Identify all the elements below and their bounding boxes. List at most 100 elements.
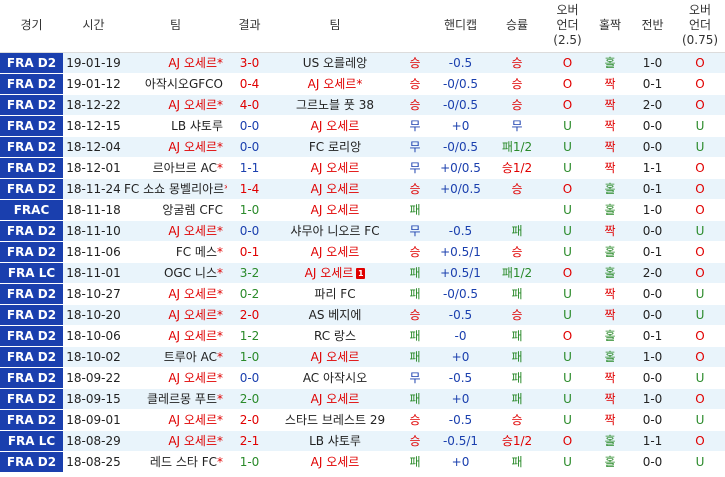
league-badge[interactable]: FRA D2	[0, 409, 63, 431]
away-team-name[interactable]: 스타드 브레스트 29	[285, 413, 385, 427]
home-team[interactable]: OGC 니스*	[124, 262, 227, 284]
league-badge[interactable]: FRA D2	[0, 304, 63, 326]
league-badge[interactable]: FRA D2	[0, 115, 63, 137]
away-team[interactable]: AJ 오세르*	[272, 73, 398, 95]
away-team-name[interactable]: AJ 오세르	[311, 245, 360, 259]
home-team[interactable]: AJ 오세르*	[124, 325, 227, 347]
away-team[interactable]: AC 아작시오	[272, 367, 398, 389]
away-team-name[interactable]: AJ 오세르	[311, 392, 360, 406]
home-team-name[interactable]: OGC 니스	[164, 266, 217, 280]
league-badge[interactable]: FRA D2	[0, 94, 63, 116]
home-team[interactable]: 아작시오GFCO	[124, 73, 227, 95]
league-badge[interactable]: FRA D2	[0, 367, 63, 389]
home-team-name[interactable]: 트루아 AC	[164, 350, 217, 364]
league-badge[interactable]: FRA D2	[0, 241, 63, 263]
away-team[interactable]: AS 베지에	[272, 304, 398, 326]
away-team[interactable]: LB 샤토루	[272, 430, 398, 452]
match-score[interactable]: 2-0	[227, 388, 272, 410]
home-team-name[interactable]: AJ 오세르	[168, 308, 217, 322]
home-team-name[interactable]: 레드 스타 FC	[150, 455, 217, 469]
match-score[interactable]: 1-0	[227, 199, 272, 221]
home-team[interactable]: FC 메스*	[124, 241, 227, 263]
away-team[interactable]: AJ 오세르	[272, 388, 398, 410]
match-score[interactable]: 0-2	[227, 283, 272, 305]
away-team[interactable]: AJ 오세르	[272, 199, 398, 221]
home-team-name[interactable]: AJ 오세르	[168, 56, 217, 70]
away-team-name[interactable]: 그르노블 풋 38	[296, 98, 374, 112]
match-score[interactable]: 2-0	[227, 304, 272, 326]
league-badge[interactable]: FRA LC	[0, 262, 63, 284]
match-score[interactable]: 0-0	[227, 136, 272, 158]
away-team-name[interactable]: AJ 오세르	[311, 161, 360, 175]
home-team[interactable]: AJ 오세르*	[124, 367, 227, 389]
home-team[interactable]: 클레르몽 푸트*	[124, 388, 227, 410]
league-badge[interactable]: FRA D2	[0, 73, 63, 95]
away-team[interactable]: 그르노블 풋 38	[272, 94, 398, 116]
away-team-name[interactable]: RC 랑스	[314, 329, 356, 343]
home-team-name[interactable]: 르아브르 AC	[153, 161, 217, 175]
league-badge[interactable]: FRAC	[0, 199, 63, 221]
league-badge[interactable]: FRA D2	[0, 325, 63, 347]
home-team-name[interactable]: AJ 오세르	[168, 98, 217, 112]
league-badge[interactable]: FRA LC	[0, 430, 63, 452]
away-team[interactable]: AJ 오세르	[272, 451, 398, 473]
match-score[interactable]: 3-2	[227, 262, 272, 284]
match-score[interactable]: 2-0	[227, 409, 272, 431]
home-team-name[interactable]: FC 소쇼 몽벨리아르	[124, 182, 224, 196]
away-team[interactable]: US 오를레앙	[272, 52, 398, 74]
match-score[interactable]: 1-4	[227, 178, 272, 200]
home-team-name[interactable]: AJ 오세르	[168, 434, 217, 448]
away-team[interactable]: AJ 오세르	[272, 157, 398, 179]
away-team[interactable]: AJ 오세르	[272, 241, 398, 263]
away-team-name[interactable]: FC 로리앙	[309, 140, 361, 154]
away-team-name[interactable]: AJ 오세르	[311, 455, 360, 469]
away-team[interactable]: RC 랑스	[272, 325, 398, 347]
home-team-name[interactable]: FC 메스	[176, 245, 217, 259]
home-team[interactable]: 앙굴렘 CFC	[124, 199, 227, 221]
away-team-name[interactable]: 파리 FC	[314, 287, 355, 301]
home-team[interactable]: AJ 오세르*	[124, 94, 227, 116]
away-team-name[interactable]: AJ 오세르	[311, 182, 360, 196]
league-badge[interactable]: FRA D2	[0, 283, 63, 305]
home-team[interactable]: LB 샤토루	[124, 115, 227, 137]
league-badge[interactable]: FRA D2	[0, 52, 63, 74]
match-score[interactable]: 4-0	[227, 94, 272, 116]
home-team-name[interactable]: AJ 오세르	[168, 224, 217, 238]
away-team-name[interactable]: AJ 오세르	[308, 77, 357, 91]
home-team-name[interactable]: LB 샤토루	[171, 119, 223, 133]
match-score[interactable]: 3-0	[227, 52, 272, 74]
home-team[interactable]: AJ 오세르*	[124, 136, 227, 158]
away-team[interactable]: AJ 오세르 1	[272, 262, 398, 284]
match-score[interactable]: 0-0	[227, 367, 272, 389]
home-team-name[interactable]: 아작시오GFCO	[145, 77, 223, 91]
home-team[interactable]: 르아브르 AC*	[124, 157, 227, 179]
away-team-name[interactable]: AS 베지에	[309, 308, 362, 322]
home-team-name[interactable]: AJ 오세르	[168, 371, 217, 385]
away-team-name[interactable]: AJ 오세르	[311, 350, 360, 364]
home-team[interactable]: AJ 오세르*	[124, 304, 227, 326]
away-team[interactable]: FC 로리앙	[272, 136, 398, 158]
match-score[interactable]: 0-0	[227, 115, 272, 137]
away-team[interactable]: 스타드 브레스트 29	[272, 409, 398, 431]
away-team-name[interactable]: AJ 오세르	[311, 203, 360, 217]
league-badge[interactable]: FRA D2	[0, 346, 63, 368]
away-team[interactable]: 파리 FC	[272, 283, 398, 305]
league-badge[interactable]: FRA D2	[0, 451, 63, 473]
home-team[interactable]: AJ 오세르*	[124, 409, 227, 431]
away-team[interactable]: AJ 오세르	[272, 346, 398, 368]
home-team-name[interactable]: AJ 오세르	[168, 287, 217, 301]
home-team[interactable]: AJ 오세르*	[124, 220, 227, 242]
league-badge[interactable]: FRA D2	[0, 136, 63, 158]
match-score[interactable]: 1-0	[227, 346, 272, 368]
away-team-name[interactable]: 샤무아 니오르 FC	[290, 224, 379, 238]
away-team-name[interactable]: LB 샤토루	[309, 434, 361, 448]
away-team-name[interactable]: US 오를레앙	[303, 56, 367, 70]
home-team-name[interactable]: AJ 오세르	[168, 413, 217, 427]
league-badge[interactable]: FRA D2	[0, 220, 63, 242]
home-team[interactable]: AJ 오세르*	[124, 430, 227, 452]
home-team-name[interactable]: 앙굴렘 CFC	[162, 203, 223, 217]
away-team[interactable]: 샤무아 니오르 FC	[272, 220, 398, 242]
away-team-name[interactable]: AC 아작시오	[303, 371, 367, 385]
home-team[interactable]: 트루아 AC*	[124, 346, 227, 368]
match-score[interactable]: 1-1	[227, 157, 272, 179]
